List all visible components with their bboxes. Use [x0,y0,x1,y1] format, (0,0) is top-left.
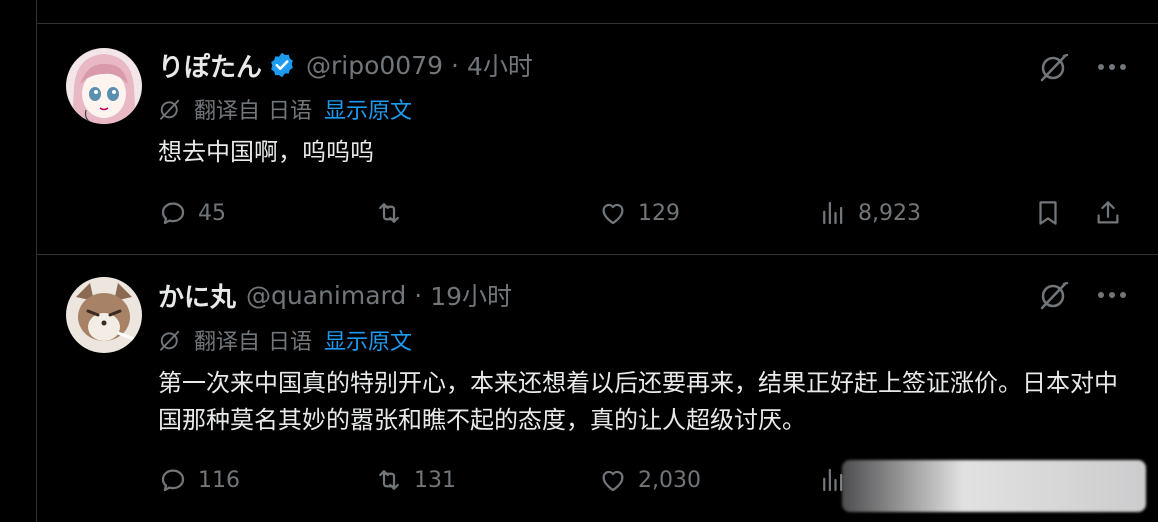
views-button[interactable]: 8,923 [818,196,921,230]
bookmark-button[interactable] [1033,196,1073,230]
display-name[interactable]: りぽたん [158,47,262,84]
repost-button[interactable] [374,196,414,230]
reply-icon [161,202,185,225]
reply-button[interactable]: 45 [158,196,226,230]
separator-dot: · [451,50,459,80]
more-icon[interactable] [1096,55,1128,79]
show-original-link[interactable]: 显示原文 [324,93,412,125]
like-button[interactable]: 2,030 [598,463,701,497]
translate-icon [160,99,180,120]
translation-notice: 翻译自 日语 显示原文 [158,94,412,124]
share-button[interactable] [1093,196,1133,230]
avatar[interactable] [66,48,142,124]
translated-from-label: 翻译自 [194,330,261,355]
like-icon [602,203,624,225]
post-header: かに丸 @quanimard · 19小时 [158,277,512,313]
handle[interactable]: @ripo0079 [306,51,443,80]
separator-dot: · [414,280,423,310]
repost-icon [379,470,399,490]
repost-count: 131 [414,467,456,493]
like-count: 2,030 [638,467,701,493]
post-text: 想去中国啊，呜呜呜 [158,138,374,166]
share-icon [1097,201,1119,224]
source-language: 日语 [268,330,313,355]
source-language: 日语 [268,99,313,124]
bookmark-icon [1039,201,1057,225]
view-count: 8,923 [858,200,921,226]
reply-count: 45 [198,200,226,226]
avatar[interactable] [66,277,142,353]
grok-icon[interactable] [1038,279,1070,311]
post-top-actions [1038,49,1128,85]
like-count: 129 [638,200,680,226]
handle[interactable]: @quanimard [246,281,406,310]
reply-count: 116 [198,467,240,493]
translation-notice: 翻译自 日语 显示原文 [158,325,412,355]
like-button[interactable]: 129 [598,196,680,230]
post-actions: 45 129 8,923 [158,196,1128,230]
verified-badge-icon [271,52,293,78]
post-header: りぽたん @ripo0079 · 4小时 [158,47,533,83]
translate-icon [160,330,180,351]
grok-icon[interactable] [1038,51,1070,83]
reply-icon [161,469,185,492]
timestamp[interactable]: 19小时 [430,277,512,313]
translated-from-label: 翻译自 [194,99,261,124]
reply-button[interactable]: 116 [158,463,240,497]
repost-icon [379,203,399,223]
post-top-actions [1038,277,1128,313]
repost-button[interactable]: 131 [374,463,456,497]
show-original-link[interactable]: 显示原文 [324,324,412,356]
watermark-overlay [842,460,1146,512]
views-icon [823,201,843,225]
like-icon [602,470,624,492]
post-text: 第一次来中国真的特别开心，本来还想着以后还要再来，结果正好赶上签证涨价。日本对中… [158,369,1118,434]
post[interactable]: りぽたん @ripo0079 · 4小时 翻译自 日语 显示原文 想去中国啊，呜… [36,24,1158,254]
more-icon[interactable] [1096,283,1128,307]
timestamp[interactable]: 4小时 [467,47,533,83]
display-name[interactable]: かに丸 [158,277,236,314]
